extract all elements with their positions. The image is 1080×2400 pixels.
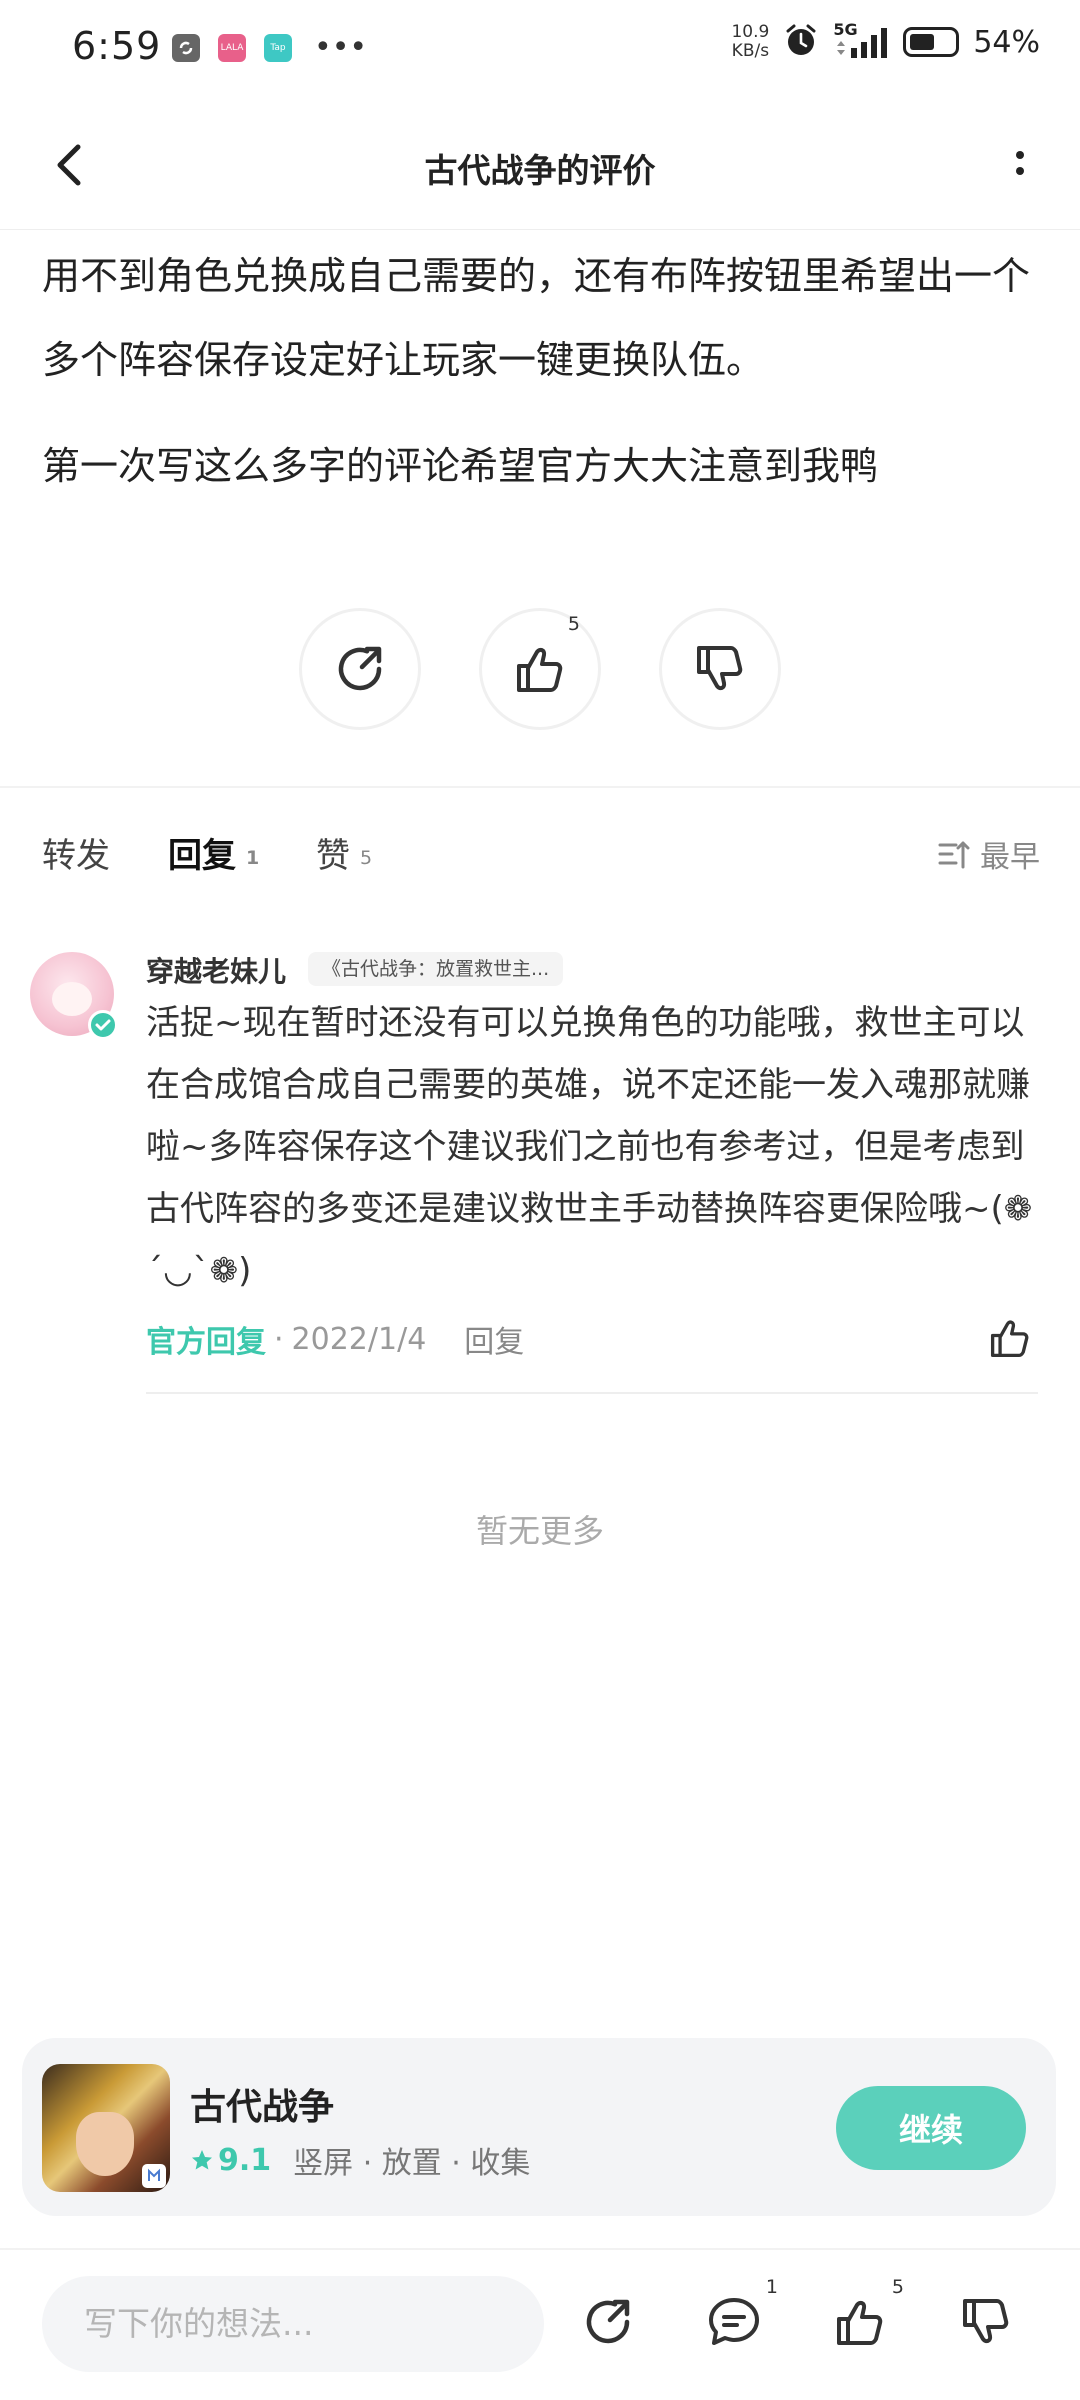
sort-button[interactable]: 最早 — [938, 832, 1040, 876]
more-options-button[interactable] — [990, 135, 1050, 195]
tab-likes[interactable]: 赞5 — [316, 828, 372, 877]
bottom-bar-divider — [0, 2248, 1080, 2250]
meta-separator: · — [274, 1321, 284, 1357]
battery-percent: 54% — [973, 24, 1040, 60]
tab-forward[interactable]: 转发 — [42, 828, 110, 877]
verified-badge-icon — [88, 1010, 118, 1040]
game-tag[interactable]: 《古代战争：放置救世主... — [308, 952, 564, 986]
reply-like-button[interactable] — [980, 1312, 1040, 1364]
review-actions: 5 — [0, 608, 1080, 730]
share-button[interactable] — [299, 608, 421, 730]
share-icon — [586, 2299, 630, 2344]
game-icon[interactable] — [42, 2064, 170, 2192]
comment-icon — [709, 2298, 759, 2345]
game-tags: 竖屏 · 放置 · 收集 — [293, 2146, 531, 2181]
status-indicators: 10.9 KB/s 5G 54% — [731, 20, 1040, 62]
comment-count: 1 — [765, 2276, 778, 2298]
game-rating: 9.1 — [190, 2143, 271, 2178]
game-card[interactable]: 古代战争 9.1 竖屏 · 放置 · 收集 继续 — [22, 2038, 1056, 2216]
app-icon-taptap: Tap — [264, 34, 292, 62]
reply-button[interactable]: 回复 — [464, 1317, 524, 1361]
comment-input[interactable]: 写下你的想法... — [42, 2276, 544, 2372]
game-icon-badge — [142, 2164, 166, 2188]
like-count: 5 — [891, 2276, 904, 2298]
reply-author[interactable]: 穿越老妹儿 — [146, 950, 286, 990]
like-count: 5 — [567, 613, 580, 635]
review-paragraph: 第一次写这么多字的评论希望官方大大注意到我鸭 — [42, 444, 879, 488]
battery-icon — [903, 27, 960, 57]
no-more-text: 暂无更多 — [475, 1512, 604, 1550]
sort-label: 最早 — [980, 840, 1040, 875]
tab-replies[interactable]: 回复 1 — [168, 828, 260, 878]
game-rating-value: 9.1 — [218, 2142, 272, 2178]
share-icon — [338, 646, 382, 691]
network-speed-unit: KB/s — [731, 41, 770, 61]
app-icon-lala: LALA — [218, 34, 246, 62]
continue-button[interactable]: 继续 — [836, 2086, 1026, 2170]
review-paragraph: 用不到角色兑换成自己需要的，还有布阵按钮里希望出一个多个阵容保存设定好让玩家一键… — [42, 254, 1031, 382]
bottom-dislike-button[interactable] — [946, 2282, 1026, 2362]
network-speed-value: 10.9 — [731, 22, 770, 42]
reply-tabs: 转发 回复 1 赞5 最早 — [42, 820, 1040, 890]
more-notifications-icon: ••• — [314, 30, 368, 65]
page-title: 古代战争的评价 — [424, 151, 656, 190]
like-button[interactable]: 5 — [479, 608, 601, 730]
thumbs-down-icon — [963, 2299, 1009, 2344]
tab-label: 回复 — [168, 836, 236, 876]
reply-meta: 官方回复 · 2022/1/4 回复 — [146, 1317, 524, 1361]
game-icon-face — [76, 2112, 134, 2176]
reply-divider — [146, 1392, 1038, 1394]
top-app-bar: 古代战争的评价 — [0, 100, 1080, 230]
more-vertical-icon — [1016, 151, 1024, 175]
sort-icon — [938, 841, 970, 869]
reply-date: 2022/1/4 — [291, 1321, 427, 1357]
status-bar: 6:59 LALA Tap ••• 10.9 KB/s 5G 54% — [0, 0, 1080, 100]
game-meta: 9.1 竖屏 · 放置 · 收集 — [190, 2138, 530, 2182]
status-time: 6:59 — [72, 24, 162, 68]
section-divider — [0, 786, 1080, 788]
tab-count: 1 — [246, 846, 260, 869]
alarm-icon — [783, 22, 819, 62]
thumbs-up-icon — [990, 1320, 1029, 1358]
reply-text: 活捉~现在暂时还没有可以兑换角色的功能哦，救世主可以在合成馆合成自己需要的英雄，… — [146, 1003, 1033, 1291]
bottom-comment-button[interactable]: 1 — [694, 2276, 778, 2362]
thumbs-up-icon — [837, 2300, 883, 2345]
network-speed: 10.9 KB/s — [731, 23, 769, 61]
app-icon-1 — [172, 34, 200, 62]
tab-label: 赞 — [316, 836, 350, 876]
bottom-like-button[interactable]: 5 — [820, 2276, 904, 2362]
thumbs-up-icon — [517, 647, 563, 692]
tab-count: 5 — [360, 846, 373, 869]
battery-level — [910, 34, 935, 50]
star-icon — [192, 2150, 212, 2170]
dislike-button[interactable] — [659, 608, 781, 730]
avatar-face — [52, 982, 92, 1016]
signal-icon: 5G — [833, 20, 889, 60]
bottom-share-button[interactable] — [568, 2282, 648, 2362]
status-app-icons: LALA Tap ••• — [172, 30, 368, 65]
thumbs-down-icon — [697, 646, 743, 691]
official-reply-label: 官方回复 — [146, 1325, 266, 1360]
tab-label: 转发 — [42, 836, 110, 876]
game-name: 古代战争 — [190, 2087, 335, 2128]
